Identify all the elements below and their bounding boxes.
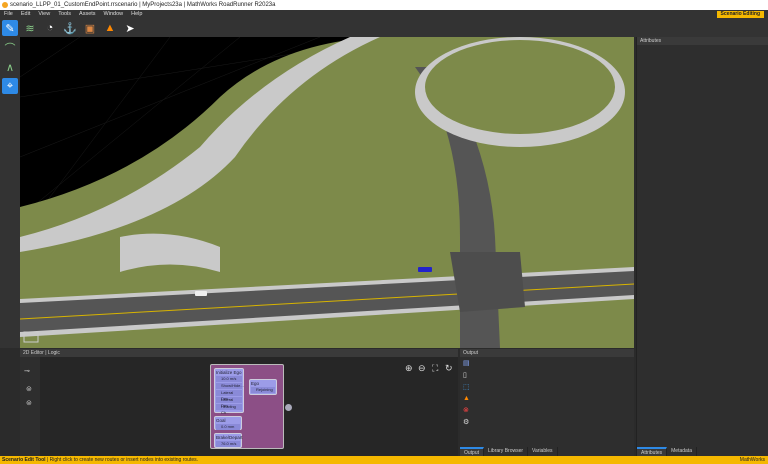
3d-viewport[interactable] [20, 37, 634, 348]
action-row[interactable]: Lateral Dev... [216, 390, 242, 401]
goal-node[interactable]: Goal 0.0 mm [214, 416, 242, 430]
error-icon[interactable]: ⊗ [463, 406, 472, 414]
output-title: Output [460, 349, 634, 357]
action-row[interactable]: Show/Hide... [216, 383, 244, 389]
refresh-icon[interactable]: ↻ [445, 363, 453, 374]
editor-sidebar: ⊸ ⊜ ⊜ [20, 357, 40, 456]
anchor-icon[interactable]: ⚓ [62, 20, 78, 36]
document-icon[interactable]: ▯ [463, 371, 472, 379]
output-tabs: Output Library Browser Variables [460, 447, 558, 456]
brand-logo: MathWorks [739, 457, 765, 463]
settings-icon[interactable]: ⚙ [463, 418, 472, 426]
vehicle-icon[interactable]: ⊜ [26, 385, 34, 393]
warning-icon[interactable]: ▲ [463, 395, 472, 402]
action-row[interactable]: Rejoining [251, 387, 275, 393]
action-row[interactable]: 10.0 m/s [216, 376, 242, 382]
select-icon[interactable]: ⬚ [463, 383, 472, 391]
waypoint-icon[interactable]: ⌖ [2, 78, 18, 94]
scenario-edit-icon[interactable]: ✎ [2, 20, 18, 36]
tab-output[interactable]: Output [460, 447, 485, 456]
tab-library-browser[interactable]: Library Browser [484, 447, 529, 456]
action-row[interactable]: Lateral Dev... [216, 397, 242, 408]
end-port-icon[interactable] [285, 404, 292, 411]
title-bar: scenario_LLPP_01_CustomEndPoint.rrscenar… [0, 0, 768, 10]
attributes-panel: Attributes Attributes Metadata [636, 37, 768, 456]
menu-help[interactable]: Help [131, 10, 142, 19]
menu-assets[interactable]: Assets [79, 10, 96, 19]
mode-badge[interactable]: Scenario Editing [716, 11, 764, 18]
node-title: Ego [251, 381, 260, 386]
action-row[interactable]: 0.0 mm [216, 424, 240, 430]
scene-map [20, 37, 634, 348]
node-title: Goal [216, 418, 226, 423]
world-settings-icon[interactable]: ◔ [42, 20, 58, 36]
toggle-icon[interactable]: ⊸ [24, 367, 36, 375]
layers-icon[interactable]: ≋ [22, 20, 38, 36]
status-bar: Scenario Edit Tool | Right click to crea… [0, 456, 768, 464]
pointer-icon[interactable]: ➤ [122, 20, 138, 36]
menu-bar: File Edit View Tools Assets Window Help [0, 10, 768, 19]
window-title: scenario_LLPP_01_CustomEndPoint.rrscenar… [10, 2, 276, 8]
zoom-out-icon[interactable]: ⊖ [418, 363, 426, 374]
left-toolbar: ⌒ ∧ ⌖ [0, 37, 20, 348]
tab-metadata[interactable]: Metadata [667, 447, 697, 456]
cone-icon[interactable]: ▲ [102, 20, 118, 36]
app-logo-icon [2, 2, 8, 8]
path-icon[interactable]: ∧ [2, 59, 18, 75]
logic-sequence[interactable]: Initialize Ego 10.0 m/s Show/Hide... Lat… [210, 364, 284, 449]
menu-file[interactable]: File [4, 10, 13, 19]
action-row[interactable]: Heading Ch... [216, 404, 242, 415]
route-icon[interactable]: ⌒ [2, 40, 18, 56]
tab-variables[interactable]: Variables [528, 447, 558, 456]
tab-attributes[interactable]: Attributes [637, 447, 668, 456]
attributes-title: Attributes [637, 37, 768, 45]
toolbar: ✎ ≋ ◔ ⚓ ▣ ▲ ➤ [0, 19, 768, 37]
output-panel: Output ▤ ▯ ⬚ ▲ ⊗ ⚙ Output Library Browse… [460, 349, 634, 456]
save-icon[interactable]: ▤ [463, 359, 472, 367]
status-tool: Scenario Edit Tool [2, 457, 46, 463]
zoom-in-icon[interactable]: ⊕ [405, 363, 413, 374]
menu-view[interactable]: View [38, 10, 50, 19]
menu-tools[interactable]: Tools [58, 10, 71, 19]
node-title: Initialize Ego [216, 370, 242, 375]
fit-view-icon[interactable]: ⛶ [432, 363, 438, 374]
attributes-tabs: Attributes Metadata [637, 447, 697, 456]
vehicle-alt-icon[interactable]: ⊜ [26, 399, 34, 407]
vehicle-asset-icon[interactable]: ▣ [82, 20, 98, 36]
editor-title: 2D Editor | Logic [20, 349, 458, 357]
vehicle-blue [418, 267, 432, 272]
vehicle-white [195, 291, 207, 296]
status-message: | Right click to create new routes or in… [45, 457, 199, 463]
node-title: Brake/Depart [216, 435, 243, 440]
menu-window[interactable]: Window [104, 10, 124, 19]
menu-edit[interactable]: Edit [21, 10, 30, 19]
brake-node[interactable]: Brake/Depart 76.0 m/s [214, 433, 243, 448]
action-row[interactable]: 76.0 m/s [216, 441, 240, 447]
ego-node[interactable]: Ego Rejoining [249, 379, 277, 395]
initialize-ego-node[interactable]: Initialize Ego 10.0 m/s Show/Hide... Lat… [214, 368, 244, 415]
